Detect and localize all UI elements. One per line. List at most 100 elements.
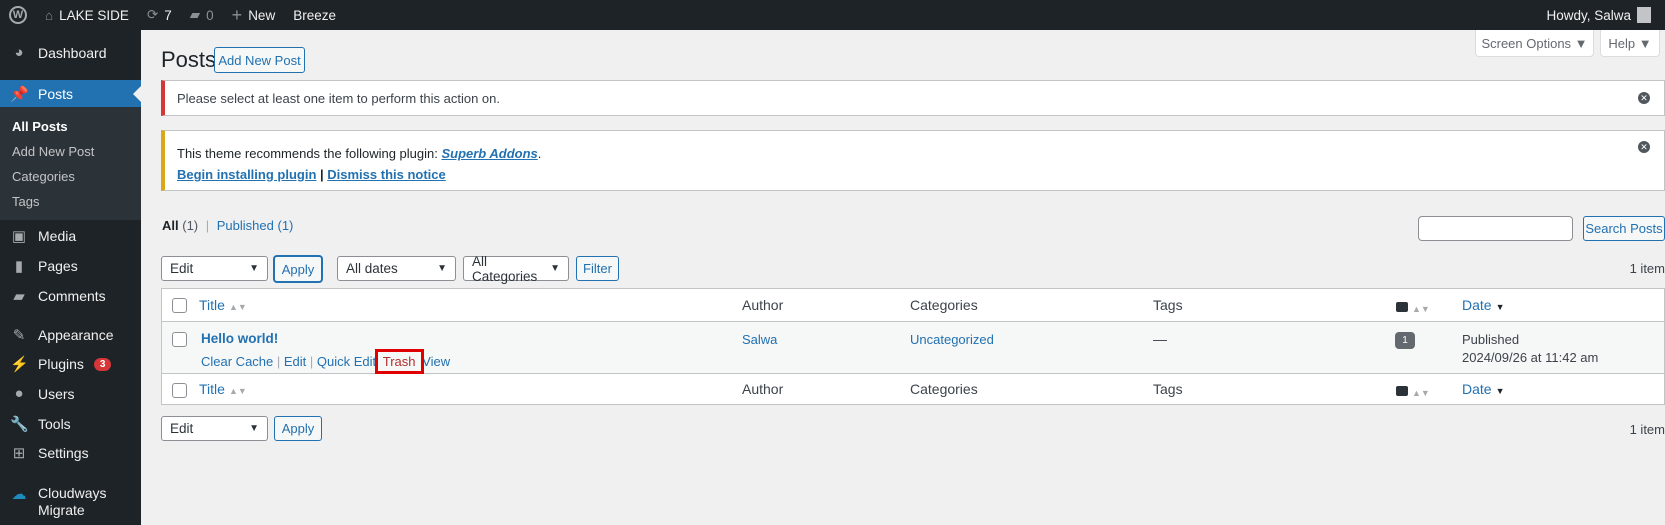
sidebar-item-media[interactable]: ▣ Media [0, 227, 141, 245]
column-categories: Categories [910, 297, 978, 313]
select-all-checkbox[interactable] [172, 383, 187, 398]
author-link[interactable]: Salwa [742, 332, 777, 347]
begin-installing-link[interactable]: Begin installing plugin [177, 167, 316, 182]
filter-all[interactable]: All [162, 218, 179, 233]
sidebar-item-users[interactable]: ● Users [0, 385, 141, 402]
chevron-down-icon: ▼ [249, 263, 259, 274]
screen-options-button[interactable]: Screen Options ▼ [1475, 30, 1594, 57]
post-title-link[interactable]: Hello world! [201, 331, 278, 346]
submenu-tags[interactable]: Tags [12, 194, 39, 209]
sidebar-item-dashboard[interactable]: ◕ Dashboard [0, 44, 141, 61]
dashboard-icon: ◕ [14, 44, 24, 61]
trash-link[interactable]: Trash [374, 349, 424, 374]
site-name-link[interactable]: ⌂ LAKE SIDE [36, 0, 138, 30]
edit-link[interactable]: Edit [284, 354, 306, 369]
category-link[interactable]: Uncategorized [910, 332, 994, 347]
chevron-down-icon: ▼ [437, 263, 447, 274]
apply-button-bottom[interactable]: Apply [274, 416, 322, 441]
dates-select[interactable]: All dates ▼ [337, 256, 456, 281]
wrench-icon: 🔧 [10, 416, 29, 433]
table-footer: Title ▲▼ Author Categories Tags ▲▼ Date ▼ [162, 374, 1664, 406]
plus-icon: + [231, 4, 243, 25]
sort-desc-icon: ▼ [1495, 302, 1505, 312]
dismiss-notice-link[interactable]: Dismiss this notice [327, 167, 445, 182]
tags-value: — [1153, 331, 1167, 347]
search-input[interactable] [1418, 216, 1573, 241]
column-title[interactable]: Title ▲▼ [199, 297, 247, 313]
admin-sidebar: ◕ Dashboard 📌 Posts All Posts Add New Post… [0, 30, 141, 525]
sidebar-item-tools[interactable]: 🔧 Tools [0, 415, 141, 433]
column-date[interactable]: Date ▼ [1462, 297, 1505, 313]
row-actions: Clear Cache | Edit | Quick Edit Trash Vi… [201, 349, 451, 374]
table-header: Title ▲▼ Author Categories Tags ▲▼ Date ▼ [162, 289, 1664, 322]
sidebar-item-pages[interactable]: ▮ Pages [0, 257, 141, 275]
sidebar-item-cloudways-migrate[interactable]: ☁ Cloudways Migrate [0, 485, 141, 519]
avatar [1637, 7, 1651, 23]
add-new-post-button[interactable]: Add New Post [214, 47, 305, 73]
sidebar-item-appearance[interactable]: ✎ Appearance [0, 326, 141, 344]
view-link[interactable]: View [422, 354, 450, 369]
bulk-action-select-bottom[interactable]: Edit ▼ [161, 416, 268, 441]
sort-icon: ▲▼ [228, 386, 247, 396]
submenu-all-posts[interactable]: All Posts [12, 119, 68, 134]
plugin-link[interactable]: Superb Addons [441, 146, 537, 161]
column-tags: Tags [1153, 381, 1183, 397]
admin-bar: W ⌂ LAKE SIDE ⟳ 7 ▰ 0 + New Breeze Howdy, Sa… [0, 0, 1665, 30]
home-icon: ⌂ [45, 7, 54, 23]
status-filters: All (1) | Published (1) [162, 218, 294, 233]
dismiss-notice-icon[interactable]: ✕ [1638, 141, 1650, 153]
bulk-action-select[interactable]: Edit ▼ [161, 256, 268, 281]
column-date[interactable]: Date ▼ [1462, 381, 1505, 397]
chevron-down-icon: ▼ [550, 263, 560, 274]
column-comments[interactable]: ▲▼ [1396, 299, 1430, 315]
comments-icon: ▰ [13, 288, 25, 305]
items-count: 1 item [1629, 261, 1665, 276]
categories-select[interactable]: All Categories ▼ [463, 254, 569, 284]
sort-icon: ▲▼ [1412, 388, 1430, 398]
user-menu[interactable]: Howdy, Salwa [1546, 0, 1651, 30]
posts-table: Title ▲▼ Author Categories Tags ▲▼ Date ▼ … [161, 288, 1665, 405]
sidebar-item-comments[interactable]: ▰ Comments [0, 287, 141, 305]
settings-icon: ⊞ [12, 445, 26, 462]
page-title: Posts [161, 47, 217, 72]
submenu-add-new-post[interactable]: Add New Post [12, 144, 94, 159]
brush-icon: ✎ [12, 327, 26, 344]
plugin-icon: ⚡ [10, 356, 29, 373]
updates-link[interactable]: ⟳ 7 [138, 0, 181, 30]
comments-link[interactable]: ▰ 0 [181, 0, 223, 30]
pin-icon: 📌 [10, 85, 29, 103]
sidebar-item-posts[interactable]: 📌 Posts [0, 80, 141, 107]
breeze-link[interactable]: Breeze [284, 0, 345, 30]
sort-icon: ▲▼ [228, 302, 247, 312]
error-notice: Please select at least one item to perfo… [161, 80, 1665, 116]
filter-button[interactable]: Filter [576, 256, 619, 281]
clear-cache-link[interactable]: Clear Cache [201, 354, 273, 369]
sidebar-item-settings[interactable]: ⊞ Settings [0, 444, 141, 462]
comment-count-bubble[interactable]: 1 [1395, 332, 1415, 349]
apply-button[interactable]: Apply [274, 256, 322, 282]
table-row: Hello world! Clear Cache | Edit | Quick … [162, 322, 1664, 374]
user-icon: ● [14, 385, 24, 402]
filter-published[interactable]: Published [217, 218, 274, 233]
comment-icon [1396, 386, 1408, 396]
comment-icon [1396, 302, 1408, 312]
column-author: Author [742, 297, 784, 313]
media-icon: ▣ [11, 228, 27, 245]
new-content-link[interactable]: + New [223, 0, 285, 30]
help-button[interactable]: Help ▼ [1600, 30, 1660, 57]
wp-logo-button[interactable]: W [0, 0, 36, 30]
column-author: Author [742, 381, 784, 397]
column-title[interactable]: Title ▲▼ [199, 381, 247, 397]
dismiss-notice-icon[interactable]: ✕ [1638, 92, 1650, 104]
submenu-categories[interactable]: Categories [12, 169, 75, 184]
plugins-update-badge: 3 [93, 357, 112, 371]
row-checkbox[interactable] [172, 332, 187, 347]
select-all-checkbox[interactable] [172, 298, 187, 313]
post-date: 2024/09/26 at 11:42 am [1462, 350, 1599, 365]
quick-edit-link[interactable]: Quick Edit [317, 354, 376, 369]
sidebar-item-plugins[interactable]: ⚡ Plugins 3 [0, 355, 141, 373]
column-tags: Tags [1153, 297, 1183, 313]
search-posts-button[interactable]: Search Posts [1583, 216, 1665, 241]
cloud-icon: ☁ [11, 486, 27, 503]
column-comments[interactable]: ▲▼ [1396, 383, 1430, 399]
